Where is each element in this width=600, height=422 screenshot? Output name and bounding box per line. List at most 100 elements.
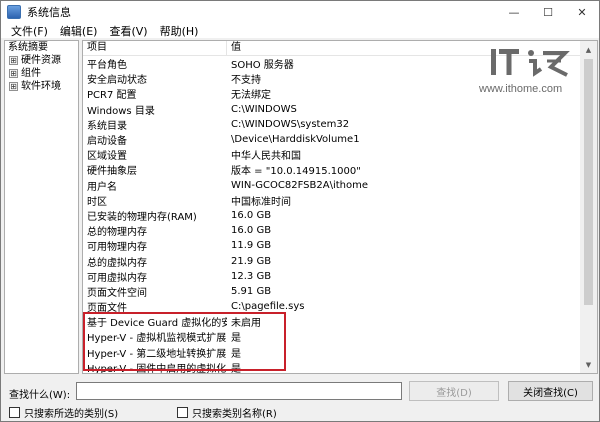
row-value-cell: C:\WINDOWS xyxy=(231,103,297,115)
only-category-names-option[interactable]: 只搜索类别名称(R) xyxy=(177,405,277,420)
menu-edit[interactable]: 编辑(E) xyxy=(54,23,104,39)
row-value-cell: 未启用 xyxy=(231,318,261,330)
tree-item-system-summary[interactable]: 系统摘要 xyxy=(5,41,78,54)
tree-item-software-environment[interactable]: ⊞ 软件环境 xyxy=(5,80,78,93)
row-value-cell: \Device\HarddiskVolume1 xyxy=(231,134,360,146)
table-row[interactable]: 总的虚拟内存 21.9 GB xyxy=(83,253,597,269)
row-value-cell: 12.3 GB xyxy=(231,270,272,282)
row-value-cell: WIN-GCOC82FSB2A\ithome xyxy=(231,179,369,191)
tree-item-label: 组件 xyxy=(21,68,41,79)
table-row[interactable]: 区域设置 中华人民共和国 xyxy=(83,147,597,162)
ithome-logo-icon xyxy=(491,49,570,77)
expand-icon[interactable]: ⊞ xyxy=(9,69,18,78)
system-information-app-icon xyxy=(7,5,21,19)
table-row[interactable]: 系统目录 C:\WINDOWS\system32 xyxy=(83,117,597,132)
row-value-cell: 16.0 GB xyxy=(231,225,272,237)
window-title: 系统信息 xyxy=(27,6,71,19)
ithome-watermark: www.ithome.com xyxy=(479,45,591,95)
table-row[interactable]: 用户名 WIN-GCOC82FSB2A\ithome xyxy=(83,178,597,193)
row-item-cell: 基于 Device Guard 虚拟化的安全性 xyxy=(87,318,227,330)
list-rows: 平台角色 SOHO 服务器 安全启动状态 不支持 PCR7 配置 无法绑定 Windows … xyxy=(83,56,597,374)
details-list: 项目 值 平台角色 SOHO 服务器 安全启动状态 不支持 PCR7 配置 无法绑定 Win… xyxy=(82,40,598,374)
table-row[interactable]: 基于 Device Guard 虚拟化的安全性未启用 xyxy=(83,314,597,329)
title-bar: 系统信息 — ☐ ✕ xyxy=(1,1,599,23)
only-selected-category-option[interactable]: 只搜索所选的类别(S) xyxy=(9,405,118,420)
menu-file[interactable]: 文件(F) xyxy=(5,23,54,39)
find-button[interactable]: 查找(D) xyxy=(409,381,499,401)
only-category-names-label: 只搜索类别名称(R) xyxy=(192,409,277,420)
row-item-cell: 可用物理内存 xyxy=(87,242,147,254)
row-item-cell: 用户名 xyxy=(87,181,117,193)
tree-item-components[interactable]: ⊞ 组件 xyxy=(5,67,78,80)
table-row[interactable]: 硬件抽象层 版本 = "10.0.14915.1000" xyxy=(83,162,597,177)
table-row[interactable]: 页面文件空间 5.91 GB xyxy=(83,284,597,299)
table-row[interactable]: 时区 中国标准时间 xyxy=(83,193,597,208)
row-item-cell: 安全启动状态 xyxy=(87,75,147,87)
category-tree[interactable]: 系统摘要 ⊞ 硬件资源 ⊞ 组件 ⊞ 软件环境 xyxy=(4,40,79,374)
row-value-cell: 是 xyxy=(231,348,241,360)
table-row[interactable]: 可用物理内存 11.9 GB xyxy=(83,238,597,253)
row-value-cell: 21.9 GB xyxy=(231,255,272,267)
only-selected-category-label: 只搜索所选的类别(S) xyxy=(24,409,119,420)
window-controls: — ☐ ✕ xyxy=(497,1,599,23)
minimize-button[interactable]: — xyxy=(497,1,531,23)
only-selected-category-checkbox[interactable] xyxy=(9,407,20,418)
row-value-cell: 中国标准时间 xyxy=(231,196,291,208)
menu-bar: 文件(F) 编辑(E) 查看(V) 帮助(H) xyxy=(1,23,599,39)
table-row[interactable]: 总的物理内存 16.0 GB xyxy=(83,223,597,238)
row-item-cell: Hyper-V - 虚拟机监视模式扩展 xyxy=(87,333,227,345)
row-value-cell: 11.9 GB xyxy=(231,240,272,252)
row-value-cell: 中华人民共和国 xyxy=(231,151,301,163)
tree-item-label: 系统摘要 xyxy=(8,42,48,53)
find-what-label: 查找什么(W): xyxy=(9,390,71,401)
row-item-cell: 时区 xyxy=(87,196,107,208)
row-item-cell: 页面文件空间 xyxy=(87,287,147,299)
column-header-item[interactable]: 项目 xyxy=(83,41,227,55)
tree-item-label: 软件环境 xyxy=(21,81,61,92)
row-item-cell: 已安装的物理内存(RAM) xyxy=(87,211,197,223)
scroll-down-icon[interactable]: ▼ xyxy=(580,356,597,373)
row-item-cell: 可用虚拟内存 xyxy=(87,272,147,284)
menu-view[interactable]: 查看(V) xyxy=(103,23,153,39)
maximize-button[interactable]: ☐ xyxy=(531,1,565,23)
row-value-cell: C:\pagefile.sys xyxy=(231,301,305,313)
row-item-cell: Hyper-V - 第二级地址转换扩展 xyxy=(87,348,227,360)
system-information-window: 系统信息 — ☐ ✕ 文件(F) 编辑(E) 查看(V) 帮助(H) 系统摘要 … xyxy=(0,0,600,422)
row-item-cell: 页面文件 xyxy=(87,303,127,315)
menu-help[interactable]: 帮助(H) xyxy=(154,23,205,39)
row-item-cell: 硬件抽象层 xyxy=(87,166,137,178)
only-category-names-checkbox[interactable] xyxy=(177,407,188,418)
close-find-button[interactable]: 关闭查找(C) xyxy=(508,381,593,401)
row-value-cell: 5.91 GB xyxy=(231,285,272,297)
row-item-cell: PCR7 配置 xyxy=(87,90,137,102)
table-row[interactable]: Windows 目录 C:\WINDOWS xyxy=(83,102,597,117)
table-row[interactable]: Hyper-V - 虚拟机监视模式扩展是 xyxy=(83,329,597,344)
row-value-cell: 是 xyxy=(231,333,241,345)
row-item-cell: 总的虚拟内存 xyxy=(87,257,147,269)
table-row[interactable]: 启动设备 \Device\HarddiskVolume1 xyxy=(83,132,597,147)
row-value-cell: 是 xyxy=(231,363,241,374)
table-row[interactable]: 已安装的物理内存(RAM) 16.0 GB xyxy=(83,208,597,223)
row-item-cell: 总的物理内存 xyxy=(87,227,147,239)
table-row[interactable]: 页面文件 C:\pagefile.sys xyxy=(83,299,597,314)
row-item-cell: 系统目录 xyxy=(87,120,127,132)
watermark-url: www.ithome.com xyxy=(479,83,563,95)
row-item-cell: Windows 目录 xyxy=(87,105,155,117)
row-value-cell: C:\WINDOWS\system32 xyxy=(231,118,350,130)
find-what-input[interactable] xyxy=(76,382,402,400)
expand-icon[interactable]: ⊞ xyxy=(9,82,18,91)
expand-icon[interactable]: ⊞ xyxy=(9,56,18,65)
tree-item-label: 硬件资源 xyxy=(21,55,61,66)
row-item-cell: 区域设置 xyxy=(87,151,127,163)
table-row[interactable]: Hyper-V - 第二级地址转换扩展是 xyxy=(83,345,597,360)
table-row[interactable]: 可用虚拟内存 12.3 GB xyxy=(83,269,597,284)
scroll-thumb[interactable] xyxy=(584,59,593,305)
tree-item-hardware-resources[interactable]: ⊞ 硬件资源 xyxy=(5,54,78,67)
row-item-cell: 启动设备 xyxy=(87,136,127,148)
row-value-cell: 版本 = "10.0.14915.1000" xyxy=(231,166,361,178)
row-item-cell: Hyper-V - 固件中启用的虚拟化 xyxy=(87,363,227,374)
row-item-cell: 平台角色 xyxy=(87,60,127,72)
table-row[interactable]: Hyper-V - 固件中启用的虚拟化是 xyxy=(83,360,597,374)
close-button[interactable]: ✕ xyxy=(565,1,599,23)
row-value-cell: 16.0 GB xyxy=(231,209,272,221)
